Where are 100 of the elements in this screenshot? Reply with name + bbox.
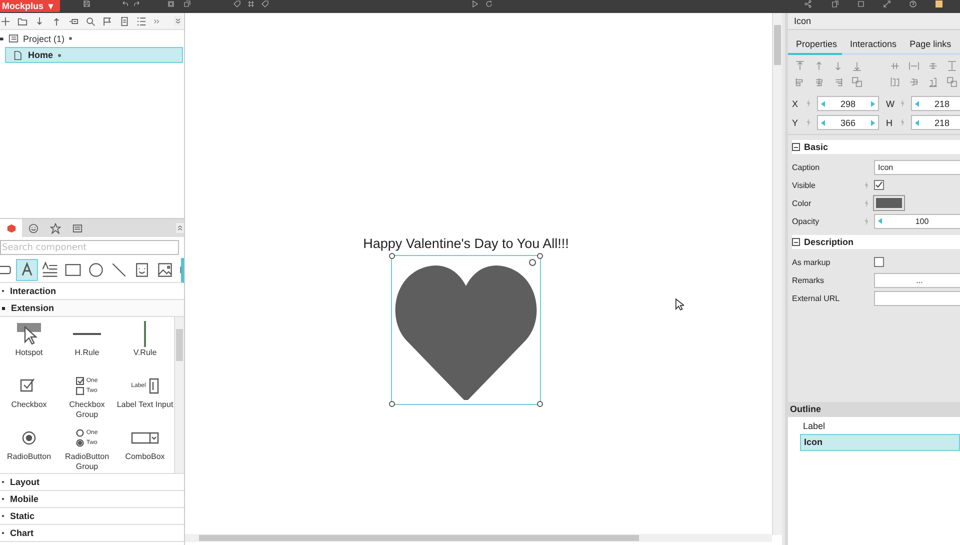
component-item[interactable]: V.Rule (116, 317, 174, 369)
resize-handle[interactable] (389, 401, 395, 407)
component-item[interactable]: RadioButton (0, 421, 58, 473)
inspector-title: Icon (788, 13, 960, 30)
outline-item[interactable]: Icon (800, 434, 960, 451)
help-icon[interactable] (908, 0, 918, 8)
text-icon[interactable] (17, 260, 37, 280)
hotspot-icon (16, 322, 42, 346)
grid-icon[interactable] (246, 0, 256, 8)
avatar-icon[interactable] (934, 0, 944, 8)
inspector-tab[interactable]: Page links (902, 39, 956, 53)
cube-icon (6, 222, 16, 234)
circle-icon[interactable] (86, 260, 106, 280)
layer-icon[interactable] (182, 0, 192, 8)
field-label: X (792, 98, 800, 108)
status-dot (58, 54, 62, 56)
resize-handle[interactable] (389, 253, 395, 259)
distribute-icon[interactable] (908, 76, 920, 88)
resize-handle[interactable] (537, 401, 543, 407)
component-item[interactable]: Hotspot (0, 317, 58, 369)
category-header[interactable]: Chart (0, 525, 184, 542)
property-label: Caption (792, 162, 821, 172)
number-field[interactable]: 218 (911, 115, 960, 130)
distribute-icon[interactable] (927, 60, 939, 72)
component-item[interactable]: Checkbox (0, 369, 58, 421)
outline-item[interactable]: Label (800, 419, 960, 434)
status-dot (68, 37, 72, 40)
markup-checkbox[interactable] (874, 257, 884, 267)
app-logo-button[interactable]: Mockplus ▾ (0, 0, 60, 12)
resize-icon[interactable] (882, 0, 892, 8)
search-icon[interactable] (85, 16, 96, 26)
tag-icon[interactable] (260, 0, 270, 8)
template-icon (72, 222, 82, 234)
resize-handle[interactable] (537, 253, 543, 259)
category-header[interactable]: Static (0, 508, 184, 525)
distribute-icon[interactable] (889, 76, 901, 88)
star-icon (50, 222, 60, 234)
category-header[interactable]: Mobile (0, 491, 184, 508)
property-label: Color (792, 198, 812, 208)
scrollbar[interactable] (772, 13, 782, 535)
tag-icon[interactable] (232, 0, 242, 8)
inspector-tab[interactable]: Interactions (842, 39, 902, 53)
property-label: Remarks (792, 276, 826, 284)
refresh-icon[interactable] (484, 0, 494, 8)
library-tab[interactable] (0, 219, 22, 237)
distribute-icon[interactable] (946, 76, 958, 88)
section-title[interactable]: Basic (804, 142, 828, 152)
combobox-icon (131, 432, 159, 444)
share-icon[interactable] (804, 0, 814, 8)
visible-checkbox[interactable] (874, 180, 884, 190)
scrollbar[interactable] (185, 534, 772, 542)
page-icon (12, 50, 23, 60)
redo-icon[interactable] (132, 0, 142, 8)
category-header[interactable]: Layout (0, 474, 184, 491)
category-header[interactable]: Extension (0, 300, 184, 317)
play-icon[interactable] (470, 0, 480, 8)
input-icon (148, 378, 159, 394)
distribute-icon[interactable] (927, 76, 939, 88)
list-icon[interactable] (136, 16, 147, 26)
save-icon[interactable] (82, 0, 92, 8)
expand-icon[interactable] (0, 36, 4, 42)
opacity-field[interactable]: 100 (874, 214, 960, 228)
component-item[interactable]: ComboBox (116, 421, 174, 473)
collapse-icon[interactable] (174, 16, 182, 26)
export-icon[interactable] (830, 0, 840, 8)
field-label: Y (792, 118, 800, 128)
align-icon[interactable] (851, 60, 863, 72)
flag-icon[interactable] (102, 16, 113, 26)
canvas-label: Happy Valentine's Day to You All!!! (363, 236, 569, 251)
align-icon[interactable] (851, 76, 863, 88)
window-icon[interactable] (856, 0, 866, 8)
tree-item[interactable]: Project (1) (23, 34, 65, 44)
align-icon[interactable] (794, 60, 806, 72)
collapse-icon[interactable] (176, 223, 184, 233)
rotate-handle[interactable] (529, 259, 536, 266)
property-label: External URL (792, 294, 841, 302)
component-item[interactable]: H.Rule (58, 317, 116, 369)
add-icon[interactable] (0, 16, 11, 26)
collapse-icon[interactable] (792, 238, 800, 246)
align-icon[interactable] (813, 76, 825, 88)
remarks-button[interactable]: ... (874, 272, 960, 288)
image-icon[interactable] (155, 260, 175, 280)
paragraph-icon[interactable] (40, 260, 60, 280)
property-label: Visible (792, 180, 816, 190)
search-field[interactable]: Search component (0, 240, 179, 255)
inspector-tab[interactable]: Properties (788, 39, 842, 55)
page-icon[interactable] (119, 16, 130, 26)
layer-icon[interactable] (166, 0, 176, 8)
radio-icon (21, 430, 37, 446)
caption-field[interactable]: Icon (874, 160, 960, 174)
outline-title: Outline (788, 402, 960, 417)
collapse-icon[interactable] (792, 143, 800, 151)
tree-item[interactable]: Home (5, 47, 183, 63)
number-field[interactable]: 218 (911, 96, 960, 111)
scrollbar[interactable] (174, 317, 184, 473)
color-swatch[interactable] (874, 196, 904, 210)
checkbox-icon (76, 377, 84, 385)
rule-icon (143, 320, 147, 348)
smiley-icon (28, 222, 38, 234)
url-field[interactable] (874, 290, 960, 306)
